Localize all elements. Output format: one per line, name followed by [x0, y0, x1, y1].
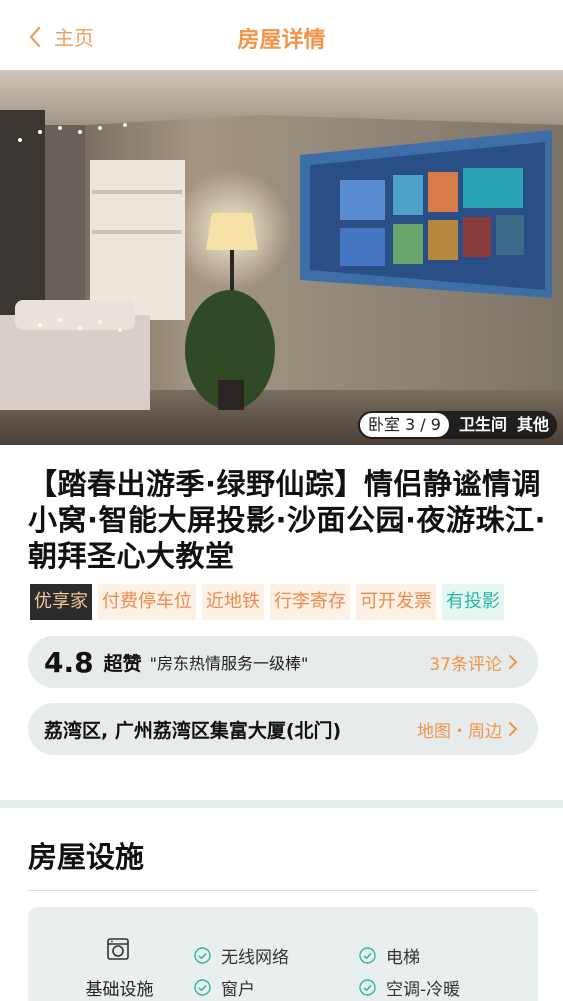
photo-tab-bedroom[interactable]: 卧室 3 / 9 [359, 413, 449, 437]
facility-category-label: 基础设施 [85, 980, 154, 1000]
photo-tabs: 卧室 3 / 9 卫生间 其他 [357, 411, 557, 439]
check-circle-icon [194, 979, 211, 996]
tag-invoice: 可开发票 [356, 584, 436, 620]
facility-item: 空调-冷暖 [359, 975, 460, 1000]
map-link[interactable]: 地图・周边 [417, 717, 518, 742]
rating-bar[interactable]: 4.8 超赞 "房东热情服务一级棒" 37条评论 [28, 636, 538, 688]
top-bar: 主页 房屋详情 [0, 0, 563, 70]
room-photo-image [0, 70, 563, 445]
reviews-link-label: 37条评论 [429, 654, 502, 675]
washing-machine-icon [107, 938, 129, 960]
facilities-title: 房屋设施 [28, 840, 145, 874]
room-photo[interactable]: 卧室 3 / 9 卫生间 其他 [0, 70, 563, 445]
check-circle-icon [194, 947, 211, 964]
facility-item: 无线网络 [194, 943, 289, 968]
check-circle-icon [359, 947, 376, 964]
section-divider [0, 800, 563, 808]
tag-luggage-storage: 行李寄存 [270, 584, 350, 620]
reviews-link[interactable]: 37条评论 [429, 650, 518, 675]
tag-paid-parking: 付费停车位 [98, 584, 196, 620]
chevron-right-icon [509, 655, 518, 669]
photo-tab-bathroom[interactable]: 卫生间 [459, 411, 507, 439]
facility-item-label: 空调-冷暖 [386, 980, 461, 1000]
photo-tab-other[interactable]: 其他 [517, 411, 549, 439]
facility-item-label: 无线网络 [221, 948, 289, 968]
address-bar[interactable]: 荔湾区, 广州荔湾区集富大厦(北门) 地图・周边 [28, 703, 538, 755]
feature-tags: 优享家 付费停车位 近地铁 行李寄存 可开发票 有投影 [30, 584, 510, 620]
rating-word: 超赞 [103, 652, 142, 675]
facility-item: 电梯 [359, 943, 420, 968]
facilities-card[interactable]: 基础设施 无线网络 电梯 窗户 空调-冷暖 [28, 907, 538, 1001]
address-text: 荔湾区, 广州荔湾区集富大厦(北门) [44, 719, 342, 742]
tag-projector: 有投影 [442, 584, 504, 620]
facility-item-label: 电梯 [386, 948, 420, 968]
chevron-right-icon [509, 722, 518, 736]
listing-title: 【踏春出游季·绿野仙踪】情侣静谧情调小窝·智能大屏投影·沙面公园·夜游珠江·朝拜… [28, 467, 547, 573]
divider [28, 890, 538, 891]
check-circle-icon [359, 979, 376, 996]
tag-near-metro: 近地铁 [202, 584, 264, 620]
map-link-label: 地图・周边 [417, 721, 502, 742]
facility-item: 窗户 [194, 975, 255, 1000]
facility-item-label: 窗户 [221, 980, 255, 1000]
review-quote: "房东热情服务一级棒" [149, 654, 309, 673]
rating-score: 4.8 [44, 645, 94, 679]
page-title: 房屋详情 [237, 28, 326, 53]
tag-premium: 优享家 [30, 584, 92, 620]
